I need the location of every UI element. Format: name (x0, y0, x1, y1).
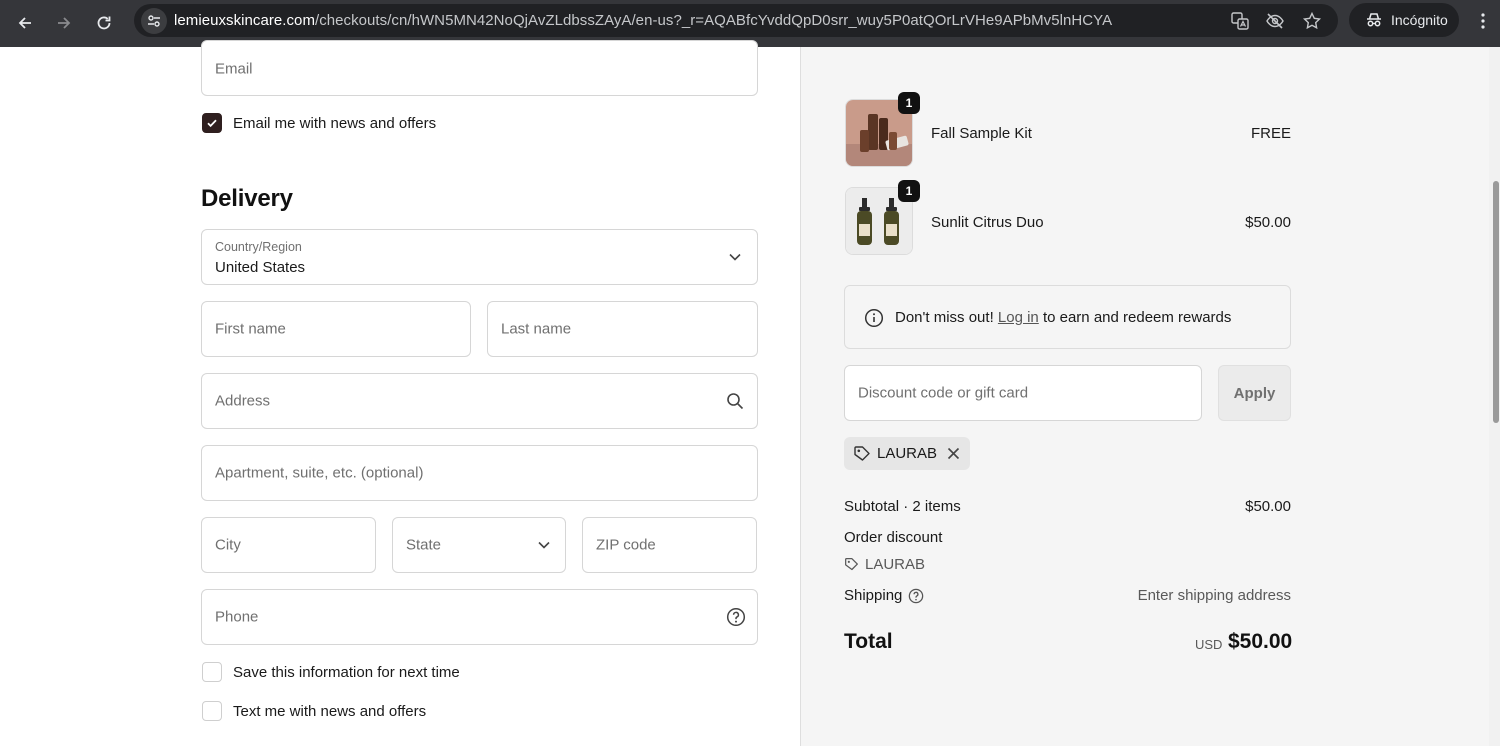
shipping-row-label: Shipping (844, 587, 924, 604)
delivery-heading: Delivery (201, 185, 293, 212)
state-placeholder: State (406, 536, 442, 554)
apply-button[interactable]: Apply (1218, 365, 1291, 421)
rewards-prefix: Don't miss out! (895, 309, 998, 326)
rewards-suffix: to earn and redeem rewards (1038, 309, 1232, 326)
total-currency: USD (1195, 637, 1223, 652)
address-placeholder: Address (215, 392, 271, 410)
help-icon[interactable] (726, 607, 746, 627)
email-field[interactable]: Email (201, 40, 758, 96)
reload-icon[interactable] (91, 10, 117, 36)
zip-field[interactable]: ZIP code (582, 517, 757, 573)
chevron-down-icon (729, 253, 741, 261)
country-select[interactable]: Country/Region United States (201, 229, 758, 285)
url-host: lemieuxskincare.com (174, 12, 315, 29)
eye-off-icon[interactable] (1265, 11, 1285, 31)
first-name-field[interactable]: First name (201, 301, 471, 357)
first-name-placeholder: First name (215, 320, 286, 338)
item-name: Fall Sample Kit (931, 125, 1032, 142)
total-label: Total (844, 630, 893, 653)
rewards-banner: Don't miss out! Log in to earn and redee… (844, 285, 1291, 349)
discount-placeholder: Discount code or gift card (858, 384, 1029, 402)
subtotal-value: $50.00 (1245, 498, 1291, 515)
total-value: $50.00 (1228, 630, 1293, 653)
email-news-checkbox[interactable] (202, 113, 222, 133)
translate-icon[interactable] (1230, 11, 1250, 31)
scrollbar-thumb[interactable] (1493, 181, 1499, 423)
shipping-label: Shipping (844, 587, 903, 604)
item-quantity-badge: 1 (898, 180, 920, 202)
forward-icon[interactable] (51, 10, 77, 36)
applied-discount-chip: LAURAB (844, 437, 970, 470)
order-discount-code-text: LAURAB (865, 556, 926, 573)
address-field[interactable]: Address (201, 373, 758, 429)
last-name-field[interactable]: Last name (487, 301, 758, 357)
last-name-placeholder: Last name (501, 320, 572, 338)
site-info-icon[interactable] (141, 8, 167, 34)
info-icon (864, 308, 884, 328)
save-info-checkbox[interactable] (202, 662, 222, 682)
incognito-label: Incógnito (1391, 12, 1448, 28)
apartment-field[interactable]: Apartment, suite, etc. (optional) (201, 445, 758, 501)
apartment-placeholder: Apartment, suite, etc. (optional) (215, 464, 424, 482)
item-name: Sunlit Citrus Duo (931, 214, 1044, 231)
discount-code-input[interactable]: Discount code or gift card (844, 365, 1202, 421)
login-link[interactable]: Log in (998, 309, 1039, 326)
url-text[interactable]: lemieuxskincare.com/checkouts/cn/hWN5MN4… (174, 12, 1112, 29)
item-quantity-badge: 1 (898, 92, 920, 114)
applied-discount-code: LAURAB (877, 445, 938, 462)
save-info-label[interactable]: Save this information for next time (233, 664, 460, 681)
help-icon[interactable] (908, 588, 924, 604)
phone-field[interactable]: Phone (201, 589, 758, 645)
city-placeholder: City (215, 536, 241, 554)
tag-icon (854, 445, 870, 461)
zip-placeholder: ZIP code (596, 536, 656, 554)
incognito-icon (1367, 13, 1381, 27)
country-label: Country/Region (215, 240, 302, 254)
text-news-label[interactable]: Text me with news and offers (233, 703, 426, 720)
subtotal-label: Subtotal · 2 items (844, 498, 961, 515)
back-icon[interactable] (12, 10, 38, 36)
tag-icon (845, 558, 858, 571)
email-placeholder: Email (215, 60, 253, 78)
address-bar[interactable]: lemieuxskincare.com/checkouts/cn/hWN5MN4… (134, 4, 1338, 37)
country-value: United States (215, 259, 306, 276)
text-news-checkbox[interactable] (202, 701, 222, 721)
search-icon[interactable] (726, 392, 744, 410)
city-field[interactable]: City (201, 517, 376, 573)
incognito-badge[interactable]: Incógnito (1349, 3, 1459, 37)
order-discount-code: LAURAB (844, 556, 925, 573)
kebab-icon[interactable] (1472, 10, 1494, 32)
phone-placeholder: Phone (215, 608, 259, 626)
url-path: /checkouts/cn/hWN5MN42NoQjAvZLdbssZAyA/e… (315, 12, 1113, 29)
shipping-value: Enter shipping address (1137, 587, 1291, 604)
state-select[interactable]: State (392, 517, 566, 573)
chevron-down-icon (538, 541, 550, 549)
checkmark-icon (207, 119, 217, 128)
star-icon[interactable] (1302, 11, 1322, 31)
order-discount-label: Order discount (844, 529, 943, 546)
item-price: FREE (1250, 125, 1291, 142)
remove-discount-icon[interactable] (945, 445, 962, 462)
item-price: $50.00 (1245, 214, 1291, 231)
email-news-label[interactable]: Email me with news and offers (233, 115, 436, 132)
